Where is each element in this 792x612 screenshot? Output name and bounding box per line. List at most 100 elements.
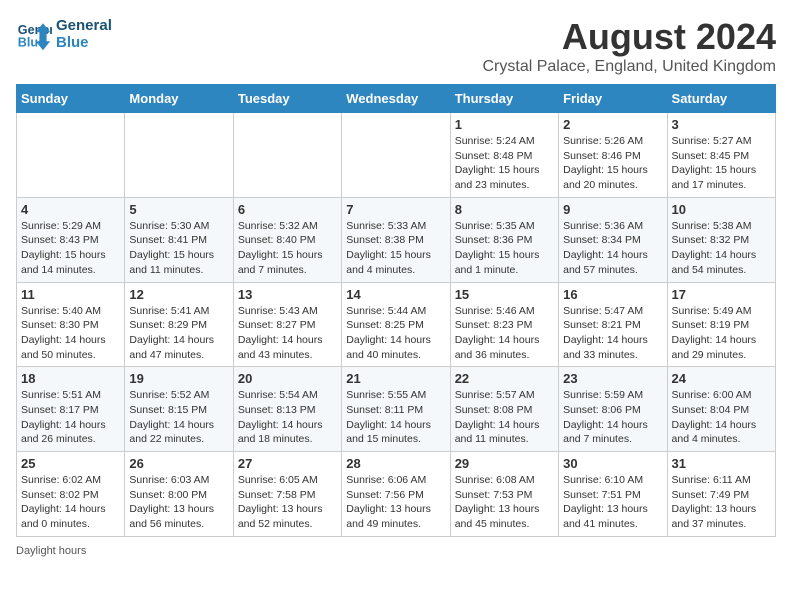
day-cell: 31Sunrise: 6:11 AM Sunset: 7:49 PM Dayli… (667, 452, 775, 537)
day-number: 5 (129, 202, 228, 217)
day-cell: 4 Sunrise: 5:29 AM Sunset: 8:43 PM Daylig… (17, 197, 125, 282)
day-cell (17, 113, 125, 198)
day-info: Sunrise: 5:57 AM Sunset: 8:08 PM Dayligh… (455, 388, 554, 447)
day-info: Sunrise: 5:29 AM Sunset: 8:43 PM Dayligh… (21, 219, 120, 278)
day-cell (125, 113, 233, 198)
week-row-4: 25 Sunrise: 6:02 AM Sunset: 8:02 PM Dayli… (17, 452, 776, 537)
day-cell: 5 Sunrise: 5:30 AM Sunset: 8:41 PM Daylig… (125, 197, 233, 282)
day-cell (233, 113, 341, 198)
day-cell: 28 Sunrise: 6:06 AM Sunset: 7:56 PM Dayli… (342, 452, 450, 537)
day-cell: 3Sunrise: 5:27 AM Sunset: 8:45 PM Daylig… (667, 113, 775, 198)
day-number: 25 (21, 456, 120, 471)
calendar: SundayMondayTuesdayWednesdayThursdayFrid… (16, 84, 776, 537)
day-cell: 7 Sunrise: 5:33 AM Sunset: 8:38 PM Daylig… (342, 197, 450, 282)
logo-icon: General Blue (16, 16, 52, 52)
day-cell: 22 Sunrise: 5:57 AM Sunset: 8:08 PM Dayli… (450, 367, 558, 452)
day-info: Sunrise: 5:44 AM Sunset: 8:25 PM Dayligh… (346, 304, 445, 363)
day-cell: 14 Sunrise: 5:44 AM Sunset: 8:25 PM Dayli… (342, 282, 450, 367)
day-info: Sunrise: 6:02 AM Sunset: 8:02 PM Dayligh… (21, 473, 120, 532)
day-number: 18 (21, 371, 120, 386)
header-cell-sunday: Sunday (17, 85, 125, 113)
header-cell-wednesday: Wednesday (342, 85, 450, 113)
day-number: 26 (129, 456, 228, 471)
day-cell: 2 Sunrise: 5:26 AM Sunset: 8:46 PM Daylig… (559, 113, 667, 198)
day-info: Sunrise: 5:49 AM Sunset: 8:19 PM Dayligh… (672, 304, 771, 363)
day-info: Sunrise: 6:08 AM Sunset: 7:53 PM Dayligh… (455, 473, 554, 532)
day-info: Sunrise: 5:51 AM Sunset: 8:17 PM Dayligh… (21, 388, 120, 447)
day-cell: 20Sunrise: 5:54 AM Sunset: 8:13 PM Dayli… (233, 367, 341, 452)
day-number: 12 (129, 287, 228, 302)
day-info: Sunrise: 6:10 AM Sunset: 7:51 PM Dayligh… (563, 473, 662, 532)
week-row-0: 1Sunrise: 5:24 AM Sunset: 8:48 PM Daylig… (17, 113, 776, 198)
logo: General Blue General Blue (16, 16, 112, 52)
day-info: Sunrise: 5:32 AM Sunset: 8:40 PM Dayligh… (238, 219, 337, 278)
day-number: 22 (455, 371, 554, 386)
day-info: Sunrise: 5:47 AM Sunset: 8:21 PM Dayligh… (563, 304, 662, 363)
week-row-2: 11 Sunrise: 5:40 AM Sunset: 8:30 PM Dayli… (17, 282, 776, 367)
day-number: 21 (346, 371, 445, 386)
day-number: 23 (563, 371, 662, 386)
day-number: 7 (346, 202, 445, 217)
week-row-3: 18 Sunrise: 5:51 AM Sunset: 8:17 PM Dayli… (17, 367, 776, 452)
day-info: Sunrise: 5:46 AM Sunset: 8:23 PM Dayligh… (455, 304, 554, 363)
day-cell: 19 Sunrise: 5:52 AM Sunset: 8:15 PM Dayli… (125, 367, 233, 452)
day-number: 16 (563, 287, 662, 302)
day-cell: 27Sunrise: 6:05 AM Sunset: 7:58 PM Dayli… (233, 452, 341, 537)
day-number: 31 (672, 456, 771, 471)
calendar-body: 1Sunrise: 5:24 AM Sunset: 8:48 PM Daylig… (17, 113, 776, 537)
day-cell: 8Sunrise: 5:35 AM Sunset: 8:36 PM Daylig… (450, 197, 558, 282)
main-title: August 2024 (483, 16, 777, 58)
day-cell: 18 Sunrise: 5:51 AM Sunset: 8:17 PM Dayli… (17, 367, 125, 452)
day-number: 19 (129, 371, 228, 386)
day-number: 15 (455, 287, 554, 302)
header-cell-tuesday: Tuesday (233, 85, 341, 113)
subtitle: Crystal Palace, England, United Kingdom (483, 58, 777, 76)
day-number: 10 (672, 202, 771, 217)
header-cell-thursday: Thursday (450, 85, 558, 113)
day-number: 4 (21, 202, 120, 217)
title-block: August 2024 Crystal Palace, England, Uni… (483, 16, 777, 76)
logo-line1: General (56, 17, 112, 34)
day-number: 6 (238, 202, 337, 217)
page-header: General Blue General Blue August 2024 Cr… (16, 16, 776, 76)
day-number: 2 (563, 117, 662, 132)
day-cell: 11 Sunrise: 5:40 AM Sunset: 8:30 PM Dayli… (17, 282, 125, 367)
day-number: 29 (455, 456, 554, 471)
header-row: SundayMondayTuesdayWednesdayThursdayFrid… (17, 85, 776, 113)
day-info: Sunrise: 5:40 AM Sunset: 8:30 PM Dayligh… (21, 304, 120, 363)
day-number: 30 (563, 456, 662, 471)
day-cell: 24Sunrise: 6:00 AM Sunset: 8:04 PM Dayli… (667, 367, 775, 452)
day-cell: 25 Sunrise: 6:02 AM Sunset: 8:02 PM Dayli… (17, 452, 125, 537)
day-info: Sunrise: 6:06 AM Sunset: 7:56 PM Dayligh… (346, 473, 445, 532)
day-number: 11 (21, 287, 120, 302)
logo-line2: Blue (56, 34, 112, 51)
day-cell: 12Sunrise: 5:41 AM Sunset: 8:29 PM Dayli… (125, 282, 233, 367)
day-info: Sunrise: 6:05 AM Sunset: 7:58 PM Dayligh… (238, 473, 337, 532)
header-cell-monday: Monday (125, 85, 233, 113)
day-info: Sunrise: 5:52 AM Sunset: 8:15 PM Dayligh… (129, 388, 228, 447)
day-cell: 26Sunrise: 6:03 AM Sunset: 8:00 PM Dayli… (125, 452, 233, 537)
day-cell: 21Sunrise: 5:55 AM Sunset: 8:11 PM Dayli… (342, 367, 450, 452)
day-cell: 6 Sunrise: 5:32 AM Sunset: 8:40 PM Daylig… (233, 197, 341, 282)
day-info: Sunrise: 5:59 AM Sunset: 8:06 PM Dayligh… (563, 388, 662, 447)
header-cell-friday: Friday (559, 85, 667, 113)
day-info: Sunrise: 5:33 AM Sunset: 8:38 PM Dayligh… (346, 219, 445, 278)
header-cell-saturday: Saturday (667, 85, 775, 113)
day-info: Sunrise: 5:26 AM Sunset: 8:46 PM Dayligh… (563, 134, 662, 193)
day-number: 9 (563, 202, 662, 217)
day-number: 14 (346, 287, 445, 302)
day-info: Sunrise: 5:30 AM Sunset: 8:41 PM Dayligh… (129, 219, 228, 278)
day-cell: 15 Sunrise: 5:46 AM Sunset: 8:23 PM Dayli… (450, 282, 558, 367)
day-cell: 9 Sunrise: 5:36 AM Sunset: 8:34 PM Daylig… (559, 197, 667, 282)
calendar-header: SundayMondayTuesdayWednesdayThursdayFrid… (17, 85, 776, 113)
day-info: Sunrise: 5:24 AM Sunset: 8:48 PM Dayligh… (455, 134, 554, 193)
day-info: Sunrise: 5:54 AM Sunset: 8:13 PM Dayligh… (238, 388, 337, 447)
day-cell (342, 113, 450, 198)
day-cell: 16 Sunrise: 5:47 AM Sunset: 8:21 PM Dayli… (559, 282, 667, 367)
day-number: 24 (672, 371, 771, 386)
day-cell: 10Sunrise: 5:38 AM Sunset: 8:32 PM Dayli… (667, 197, 775, 282)
day-number: 28 (346, 456, 445, 471)
day-info: Sunrise: 5:35 AM Sunset: 8:36 PM Dayligh… (455, 219, 554, 278)
day-info: Sunrise: 5:36 AM Sunset: 8:34 PM Dayligh… (563, 219, 662, 278)
day-cell: 23 Sunrise: 5:59 AM Sunset: 8:06 PM Dayli… (559, 367, 667, 452)
